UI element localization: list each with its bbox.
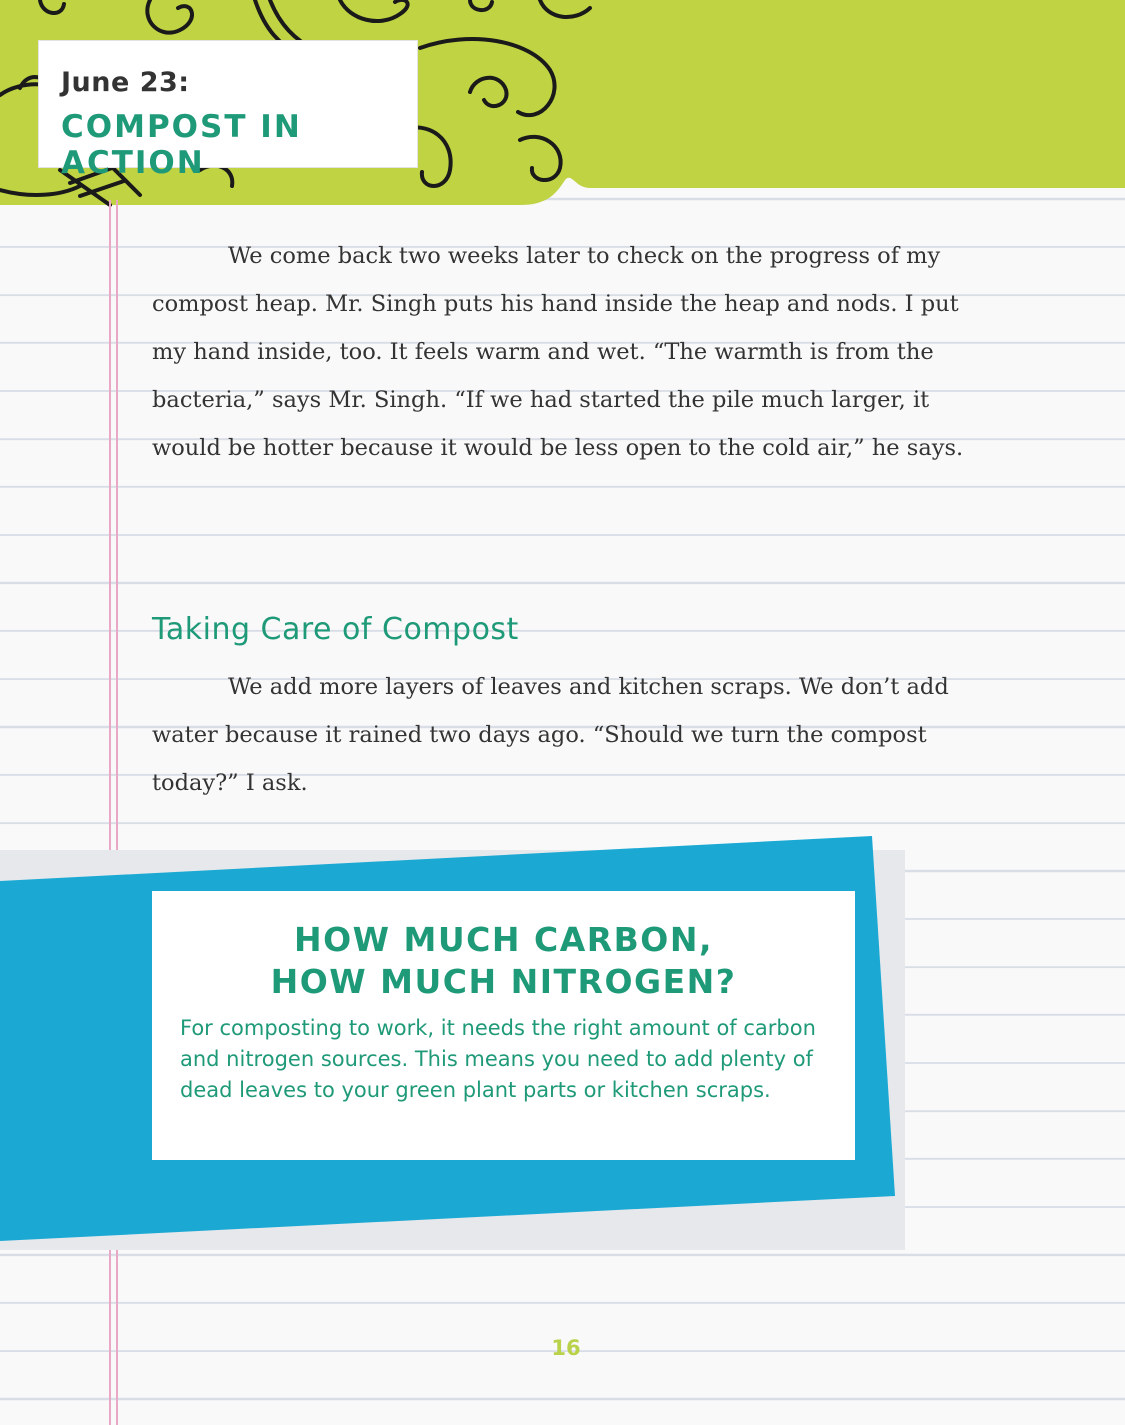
info-box-title-line-2: HOW MUCH NITROGEN?	[270, 962, 737, 1001]
paragraph-1: We come back two weeks later to check on…	[152, 243, 964, 461]
subheading: Taking Care of Compost	[152, 612, 519, 647]
page-number: 16	[551, 1336, 581, 1360]
title-label: June 23: COMPOST IN ACTION	[38, 40, 418, 181]
info-box: HOW MUCH CARBON, HOW MUCH NITROGEN? For …	[152, 891, 855, 1160]
entry-title: COMPOST IN ACTION	[61, 109, 302, 181]
info-box-text: For composting to work, it needs the rig…	[180, 1016, 816, 1102]
entry-date: June 23:	[61, 67, 190, 98]
page: June 23: COMPOST IN ACTION We come back …	[0, 0, 1125, 1425]
paragraph-2: We add more layers of leaves and kitchen…	[152, 674, 949, 796]
info-box-title-line-1: HOW MUCH CARBON,	[293, 920, 714, 959]
info-box-title: HOW MUCH CARBON, HOW MUCH NITROGEN?	[152, 919, 855, 1003]
